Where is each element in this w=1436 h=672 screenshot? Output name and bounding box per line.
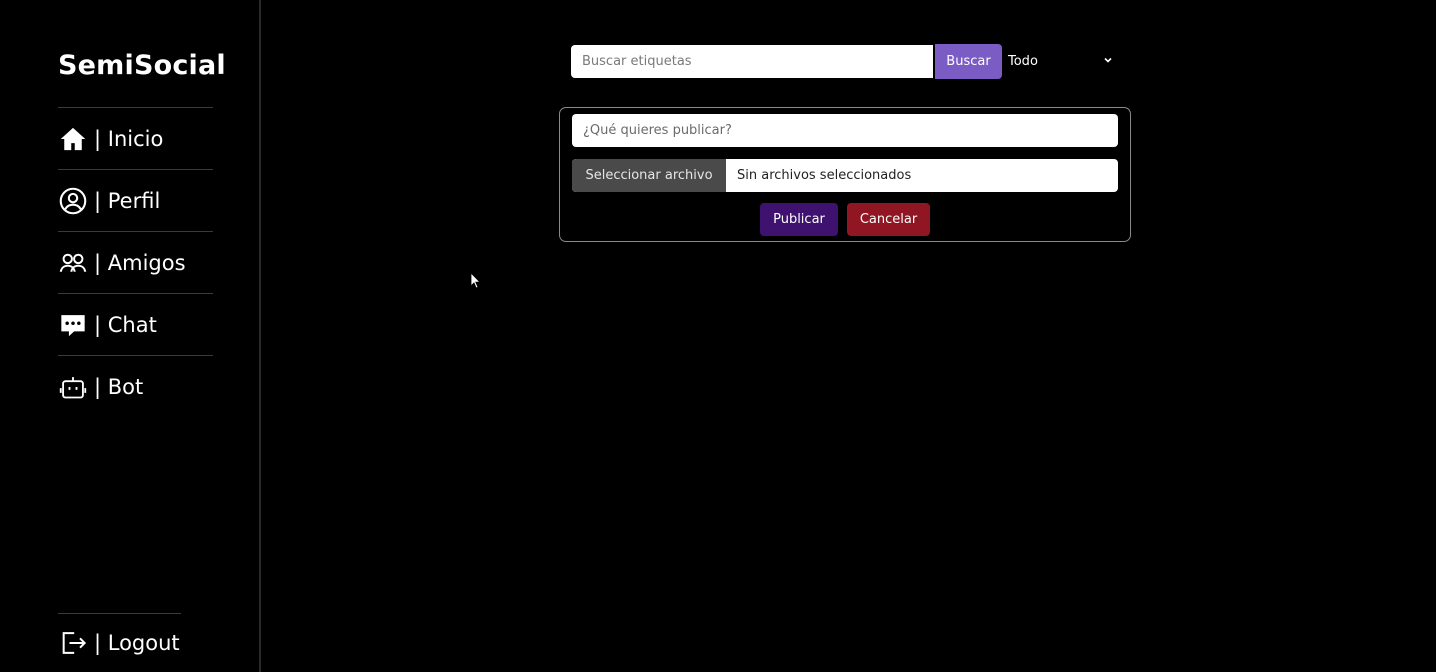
sidebar-item-label: | Inicio [94,126,164,151]
search-input[interactable] [571,45,933,78]
logout-icon [58,628,88,658]
post-content-input[interactable] [572,114,1118,147]
chat-icon [58,310,88,340]
sidebar-item-label: | Perfil [94,188,161,213]
sidebar-item-bot[interactable]: | Bot [58,355,213,417]
sidebar-item-label: | Chat [94,312,157,337]
user-circle-icon [58,186,88,216]
logout-button[interactable]: | Logout [58,613,181,672]
select-file-button[interactable]: Seleccionar archivo [572,159,726,192]
publish-button[interactable]: Publicar [760,203,838,236]
filter-select[interactable]: Todo [1004,45,1118,78]
home-icon [58,124,88,154]
users-icon [58,248,88,278]
search-button[interactable]: Buscar [935,44,1002,79]
chevron-down-icon [1102,54,1114,70]
robot-icon [58,372,88,402]
new-post-form: Seleccionar archivo Sin archivos selecci… [559,107,1131,242]
logout-label: | Logout [94,631,180,655]
sidebar: SemiSocial | Inicio | Perfil | Amigos | … [0,0,261,672]
sidebar-item-perfil[interactable]: | Perfil [58,169,213,231]
sidebar-item-inicio[interactable]: | Inicio [58,107,213,169]
filter-select-value: Todo [1008,54,1038,69]
cancel-button[interactable]: Cancelar [847,203,930,236]
mouse-cursor-icon [470,272,481,289]
brand-logo: SemiSocial [58,50,226,81]
sidebar-item-label: | Amigos [94,250,186,275]
sidebar-nav: | Inicio | Perfil | Amigos | Chat | Bot [58,107,213,417]
sidebar-item-label: | Bot [94,374,144,399]
file-status-text: Sin archivos seleccionados [737,168,912,183]
sidebar-item-chat[interactable]: | Chat [58,293,213,355]
file-picker[interactable]: Seleccionar archivo Sin archivos selecci… [572,159,1118,192]
sidebar-item-amigos[interactable]: | Amigos [58,231,213,293]
